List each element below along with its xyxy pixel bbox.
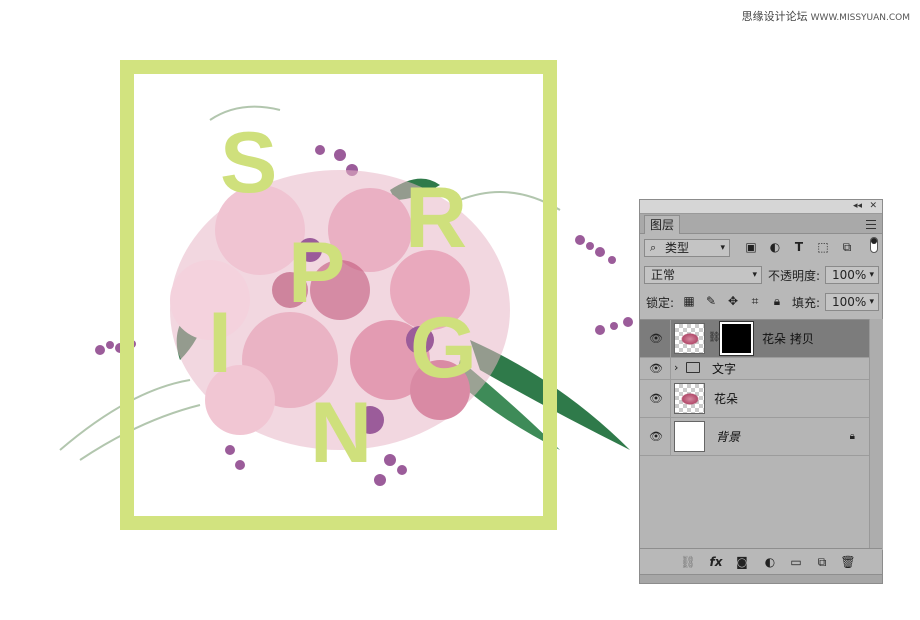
watermark: 思缘设计论坛 WWW.MISSYUAN.COM bbox=[742, 8, 910, 24]
layers-panel: ◂◂ ✕ 图层 ⌕ 类型 ▾ ▣ ◐ T ⬚ ⧉ 正常 ▾ 不透明度: 100%… bbox=[639, 199, 883, 584]
layer-name[interactable]: 文字 bbox=[712, 361, 736, 377]
letter-n: N bbox=[310, 385, 373, 481]
layer-thumbnail bbox=[674, 323, 705, 354]
letter-r: R bbox=[405, 170, 468, 266]
opacity-input[interactable]: 100% ▾ bbox=[825, 266, 879, 284]
eye-icon[interactable]: 👁︎ bbox=[648, 392, 664, 405]
adjustment-filter-icon[interactable]: ◐ bbox=[768, 240, 782, 254]
link-icon[interactable]: ⛓︎ bbox=[708, 332, 721, 344]
close-icon[interactable]: ✕ bbox=[869, 200, 877, 213]
chevron-down-icon: ▾ bbox=[752, 270, 757, 280]
folder-icon bbox=[686, 362, 700, 373]
lock-paint-icon[interactable]: ✎ bbox=[704, 294, 718, 308]
shape-filter-icon[interactable]: ⬚ bbox=[816, 240, 830, 254]
fill-input[interactable]: 100% ▾ bbox=[825, 293, 879, 311]
blend-row: 正常 ▾ 不透明度: 100% ▾ bbox=[640, 261, 882, 288]
letter-s: S bbox=[220, 115, 278, 211]
type-filter-icon[interactable]: T bbox=[792, 240, 806, 254]
layer-name[interactable]: 花朵 bbox=[714, 391, 738, 407]
eye-icon[interactable]: 👁︎ bbox=[648, 430, 664, 443]
fill-value: 100% bbox=[832, 295, 867, 309]
letter-p: P bbox=[288, 225, 346, 321]
letter-g: G bbox=[410, 300, 477, 396]
eye-icon[interactable]: 👁︎ bbox=[648, 362, 664, 375]
layers-scrollbar[interactable] bbox=[869, 319, 883, 550]
chevron-down-icon: ▾ bbox=[869, 270, 874, 280]
add-mask-icon[interactable]: ◙ bbox=[734, 555, 750, 569]
letter-i: I bbox=[208, 295, 232, 391]
filter-kind-label: 类型 bbox=[665, 241, 690, 255]
new-layer-icon[interactable]: ⧉ bbox=[814, 555, 830, 569]
fx-icon[interactable]: fx bbox=[708, 555, 724, 569]
chevron-down-icon: ▾ bbox=[720, 243, 725, 253]
search-icon: ⌕ bbox=[650, 241, 657, 254]
chevron-right-icon[interactable]: › bbox=[674, 361, 678, 374]
panel-tab-row: 图层 bbox=[640, 214, 882, 234]
new-group-icon[interactable]: ▭ bbox=[788, 555, 804, 569]
opacity-value: 100% bbox=[832, 268, 867, 282]
layer-name[interactable]: 花朵 拷贝 bbox=[762, 331, 814, 347]
tab-layers[interactable]: 图层 bbox=[644, 215, 681, 234]
panel-titlebar: ◂◂ ✕ bbox=[640, 200, 882, 214]
eye-icon[interactable]: 👁︎ bbox=[648, 332, 664, 345]
lock-transparent-icon[interactable]: ▦ bbox=[682, 294, 696, 308]
layer-row-text-group[interactable]: 👁︎ › 文字 bbox=[640, 358, 869, 380]
lock-all-icon[interactable]: 🔒︎ bbox=[770, 294, 784, 308]
layer-row-flowers-copy[interactable]: 👁︎ ⛓︎ 花朵 拷贝 bbox=[640, 320, 869, 358]
panel-menu-icon[interactable] bbox=[866, 220, 876, 229]
trash-icon[interactable]: 🗑︎ bbox=[840, 555, 856, 569]
canvas-artwork: S R P I G N bbox=[40, 60, 640, 530]
fill-label: 填充: bbox=[792, 296, 821, 310]
layers-list: 👁︎ ⛓︎ 花朵 拷贝 👁︎ › 文字 👁︎ 花朵 👁︎ 背景 🔒︎ bbox=[640, 319, 869, 551]
lock-artboard-icon[interactable]: ⌗ bbox=[748, 294, 762, 308]
chevron-down-icon: ▾ bbox=[869, 297, 874, 307]
panel-bottom-toolbar: ⛓︎ fx ◙ ◐ ▭ ⧉ 🗑︎ bbox=[640, 548, 882, 575]
smart-object-filter-icon[interactable]: ⧉ bbox=[840, 240, 854, 254]
watermark-site: WWW.MISSYUAN.COM bbox=[810, 13, 910, 23]
adjustment-layer-icon[interactable]: ◐ bbox=[762, 555, 778, 569]
filter-toggle[interactable] bbox=[870, 237, 878, 253]
layer-row-background[interactable]: 👁︎ 背景 🔒︎ bbox=[640, 418, 869, 456]
blend-mode-select[interactable]: 正常 ▾ bbox=[644, 266, 762, 284]
layer-name[interactable]: 背景 bbox=[716, 429, 740, 445]
lock-row: 锁定: ▦ ✎ ✥ ⌗ 🔒︎ 填充: 100% ▾ bbox=[640, 288, 882, 315]
layer-thumbnail bbox=[674, 421, 705, 452]
layer-thumbnail bbox=[674, 383, 705, 414]
layer-row-flowers[interactable]: 👁︎ 花朵 bbox=[640, 380, 869, 418]
panel-resize-grip[interactable] bbox=[640, 574, 882, 583]
watermark-text: 思缘设计论坛 bbox=[741, 10, 808, 23]
lock-position-icon[interactable]: ✥ bbox=[726, 294, 740, 308]
lock-icon: 🔒︎ bbox=[849, 430, 855, 442]
layer-mask-thumbnail[interactable] bbox=[719, 321, 754, 356]
opacity-label: 不透明度: bbox=[768, 269, 821, 283]
collapse-icon[interactable]: ◂◂ bbox=[853, 200, 862, 213]
image-filter-icon[interactable]: ▣ bbox=[744, 240, 758, 254]
lock-label: 锁定: bbox=[646, 296, 675, 310]
link-layers-icon[interactable]: ⛓︎ bbox=[680, 555, 696, 569]
filter-kind-select[interactable]: ⌕ 类型 ▾ bbox=[644, 239, 730, 257]
filter-row: ⌕ 类型 ▾ ▣ ◐ T ⬚ ⧉ bbox=[640, 234, 882, 261]
blend-mode-value: 正常 bbox=[651, 268, 676, 282]
